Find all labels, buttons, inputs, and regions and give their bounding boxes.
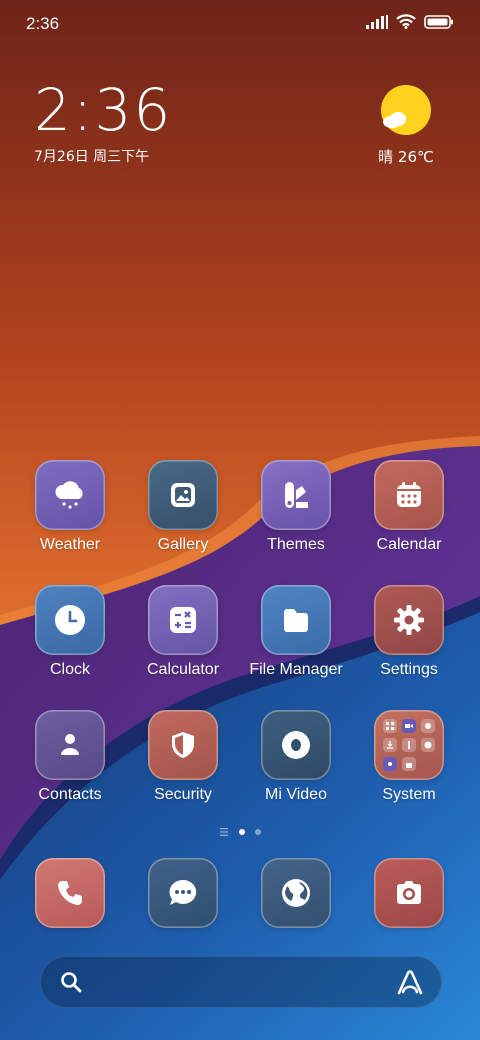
- camera-app-tile: [374, 858, 444, 928]
- clock-widget[interactable]: 2:36 7月26日 周三下午: [34, 80, 172, 166]
- gear-icon: [394, 605, 424, 635]
- gallery-app-tile: [148, 460, 218, 530]
- camera-video-icon: [402, 719, 416, 733]
- app-gallery[interactable]: Gallery: [133, 460, 233, 554]
- weather-app-tile: [35, 460, 105, 530]
- browser-icon: [282, 879, 310, 907]
- empty-slot: [421, 757, 435, 771]
- wifi-icon: [396, 14, 416, 29]
- compass-icon: [421, 738, 435, 752]
- system-folder-tile: [374, 710, 444, 780]
- clock-date: 7月26日 周三下午: [34, 149, 150, 165]
- app-themes[interactable]: Themes: [246, 460, 346, 554]
- calculator-app-tile: [148, 585, 218, 655]
- search-bar[interactable]: [40, 956, 442, 1008]
- app-calculator[interactable]: Calculator: [133, 585, 233, 679]
- flashlight-icon: [402, 738, 416, 752]
- mi-video-app-tile: [261, 710, 331, 780]
- status-bar: 2:36: [0, 0, 480, 50]
- download-icon: [383, 738, 397, 752]
- battery-icon: [424, 14, 453, 29]
- folder-app-grid: [383, 719, 435, 771]
- signal-icon: [366, 14, 388, 29]
- app-mi-video[interactable]: Mi Video: [246, 710, 346, 804]
- sunny-cloud-icon: [380, 84, 432, 136]
- list-icon[interactable]: [219, 828, 229, 836]
- app-label: System: [382, 786, 436, 803]
- app-label: Weather: [39, 536, 101, 553]
- app-clock[interactable]: Clock: [20, 585, 120, 679]
- security-app-tile: [148, 710, 218, 780]
- app-label: Clock: [49, 661, 90, 678]
- weather-text: 晴 26℃: [378, 148, 434, 166]
- app-settings[interactable]: Settings: [359, 585, 459, 679]
- app-label: Settings: [380, 661, 438, 678]
- lock-icon: [402, 757, 416, 771]
- video-icon: [282, 731, 310, 759]
- dock-browser[interactable]: [246, 858, 346, 928]
- radio-icon: [383, 757, 397, 771]
- weather-widget[interactable]: 晴 26℃: [366, 84, 446, 167]
- palette-brush-icon: [285, 482, 308, 508]
- clock-app-tile: [35, 585, 105, 655]
- page-indicator[interactable]: [0, 828, 480, 836]
- app-label: Calendar: [376, 536, 442, 553]
- camera-icon: [397, 881, 421, 904]
- folder-icon: [284, 609, 308, 632]
- app-contacts[interactable]: Contacts: [20, 710, 120, 804]
- clock-time: 2:36: [34, 76, 173, 144]
- app-label: Calculator: [146, 661, 220, 678]
- settings-app-tile: [374, 585, 444, 655]
- dock-messages[interactable]: [133, 858, 233, 928]
- cloud-snow-icon: [55, 481, 83, 509]
- calendar-app-tile: [374, 460, 444, 530]
- messages-icon: [169, 879, 197, 905]
- calendar-icon: [397, 482, 421, 507]
- file-manager-app-tile: [261, 585, 331, 655]
- status-icons: [366, 14, 454, 29]
- app-label: Security: [154, 786, 212, 803]
- app-weather[interactable]: Weather: [20, 460, 120, 554]
- app-label: Mi Video: [265, 786, 327, 803]
- person-icon: [61, 734, 79, 755]
- page-dot[interactable]: [255, 829, 261, 835]
- page-dot-active[interactable]: [239, 829, 245, 835]
- themes-app-tile: [261, 460, 331, 530]
- image-icon: [171, 483, 195, 507]
- recorder-icon: [421, 719, 435, 733]
- app-file-manager[interactable]: File Manager: [246, 585, 346, 679]
- search-icon[interactable]: [60, 971, 82, 993]
- app-security[interactable]: Security: [133, 710, 233, 804]
- clock-icon: [55, 605, 85, 635]
- messages-app-tile: [148, 858, 218, 928]
- calculator-icon: [170, 607, 196, 633]
- grid-icon: [383, 719, 397, 733]
- status-time: 2:36: [26, 14, 60, 33]
- assistant-icon[interactable]: [396, 969, 424, 995]
- app-label: Themes: [267, 536, 325, 553]
- app-label: Gallery: [157, 536, 209, 553]
- contacts-app-tile: [35, 710, 105, 780]
- app-calendar[interactable]: Calendar: [359, 460, 459, 554]
- dock-camera[interactable]: [359, 858, 459, 928]
- app-label: File Manager: [249, 661, 343, 678]
- phone-icon: [58, 881, 82, 905]
- phone-app-tile: [35, 858, 105, 928]
- shield-icon: [172, 732, 194, 758]
- app-label: Contacts: [38, 786, 102, 803]
- folder-system[interactable]: System: [359, 710, 459, 804]
- browser-app-tile: [261, 858, 331, 928]
- dock-phone[interactable]: [20, 858, 120, 928]
